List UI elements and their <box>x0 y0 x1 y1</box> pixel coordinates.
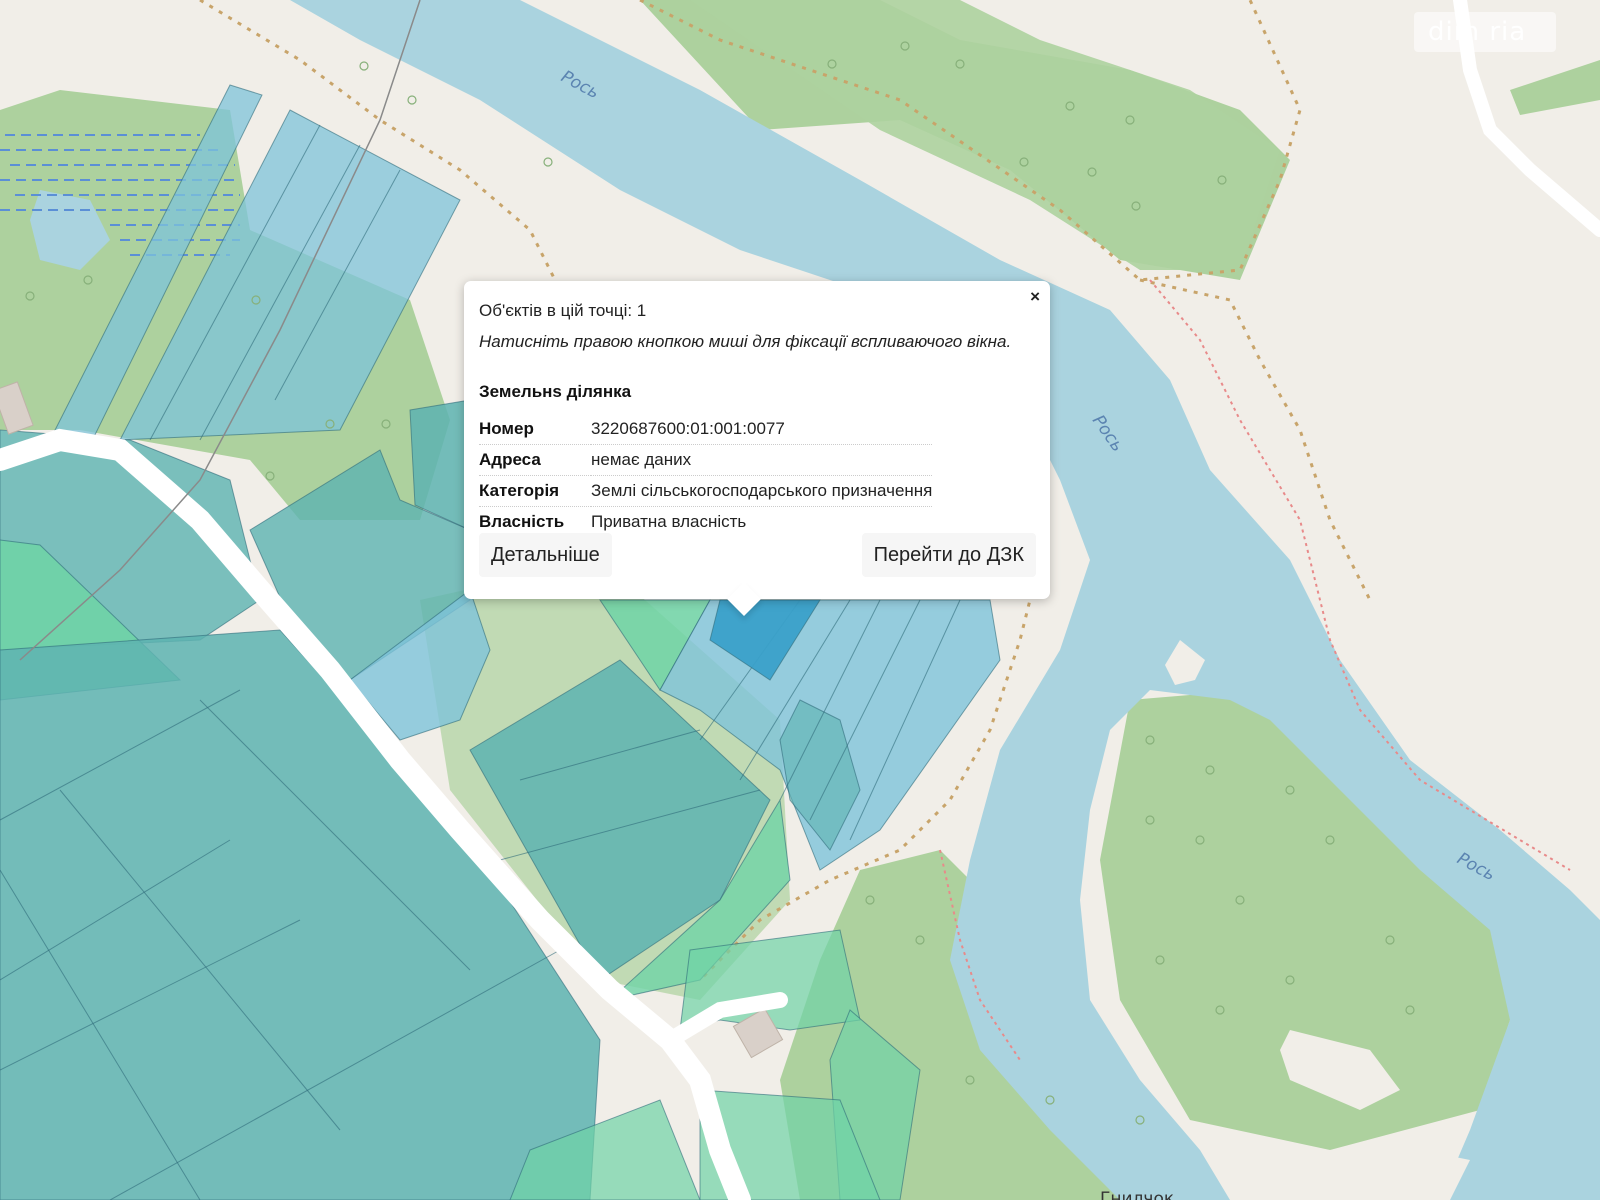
map-canvas[interactable]: Рось Рось Рось Гнилчок <box>0 0 1600 1200</box>
table-row: Категорія Землі сільськогосподарського п… <box>479 475 933 507</box>
close-icon[interactable]: × <box>1030 288 1040 306</box>
attr-value-number: 3220687600:01:001:0077 <box>591 414 933 445</box>
table-row: Адреса немає даних <box>479 444 933 476</box>
go-to-dzk-button[interactable]: Перейти до ДЗК <box>861 533 1036 577</box>
parcel-attributes-table: Номер 3220687600:01:001:0077 Адреса нема… <box>479 414 933 537</box>
attr-value-category: Землі сільськогосподарського призначення <box>591 475 933 507</box>
feature-info-popup[interactable]: × Об'єктів в цій точці: 1 Натисніть прав… <box>464 281 1050 616</box>
table-row: Номер 3220687600:01:001:0077 <box>479 414 933 445</box>
objects-count: Об'єктів в цій точці: 1 <box>479 301 647 320</box>
attr-key: Адреса <box>479 444 591 476</box>
attr-value-address: немає даних <box>591 444 933 476</box>
details-button[interactable]: Детальніше <box>479 533 612 577</box>
attr-key: Категорія <box>479 475 591 507</box>
popup-actions: Детальніше Перейти до ДЗК <box>479 533 1036 577</box>
popup-hint: Натисніть правою кнопкою миші для фіксац… <box>479 332 1012 351</box>
attr-key: Номер <box>479 414 591 445</box>
watermark-logo: dim ria <box>1414 12 1556 52</box>
village-label: Гнилчок <box>1100 1189 1174 1200</box>
section-title: Земельнs ділянка <box>479 382 632 401</box>
